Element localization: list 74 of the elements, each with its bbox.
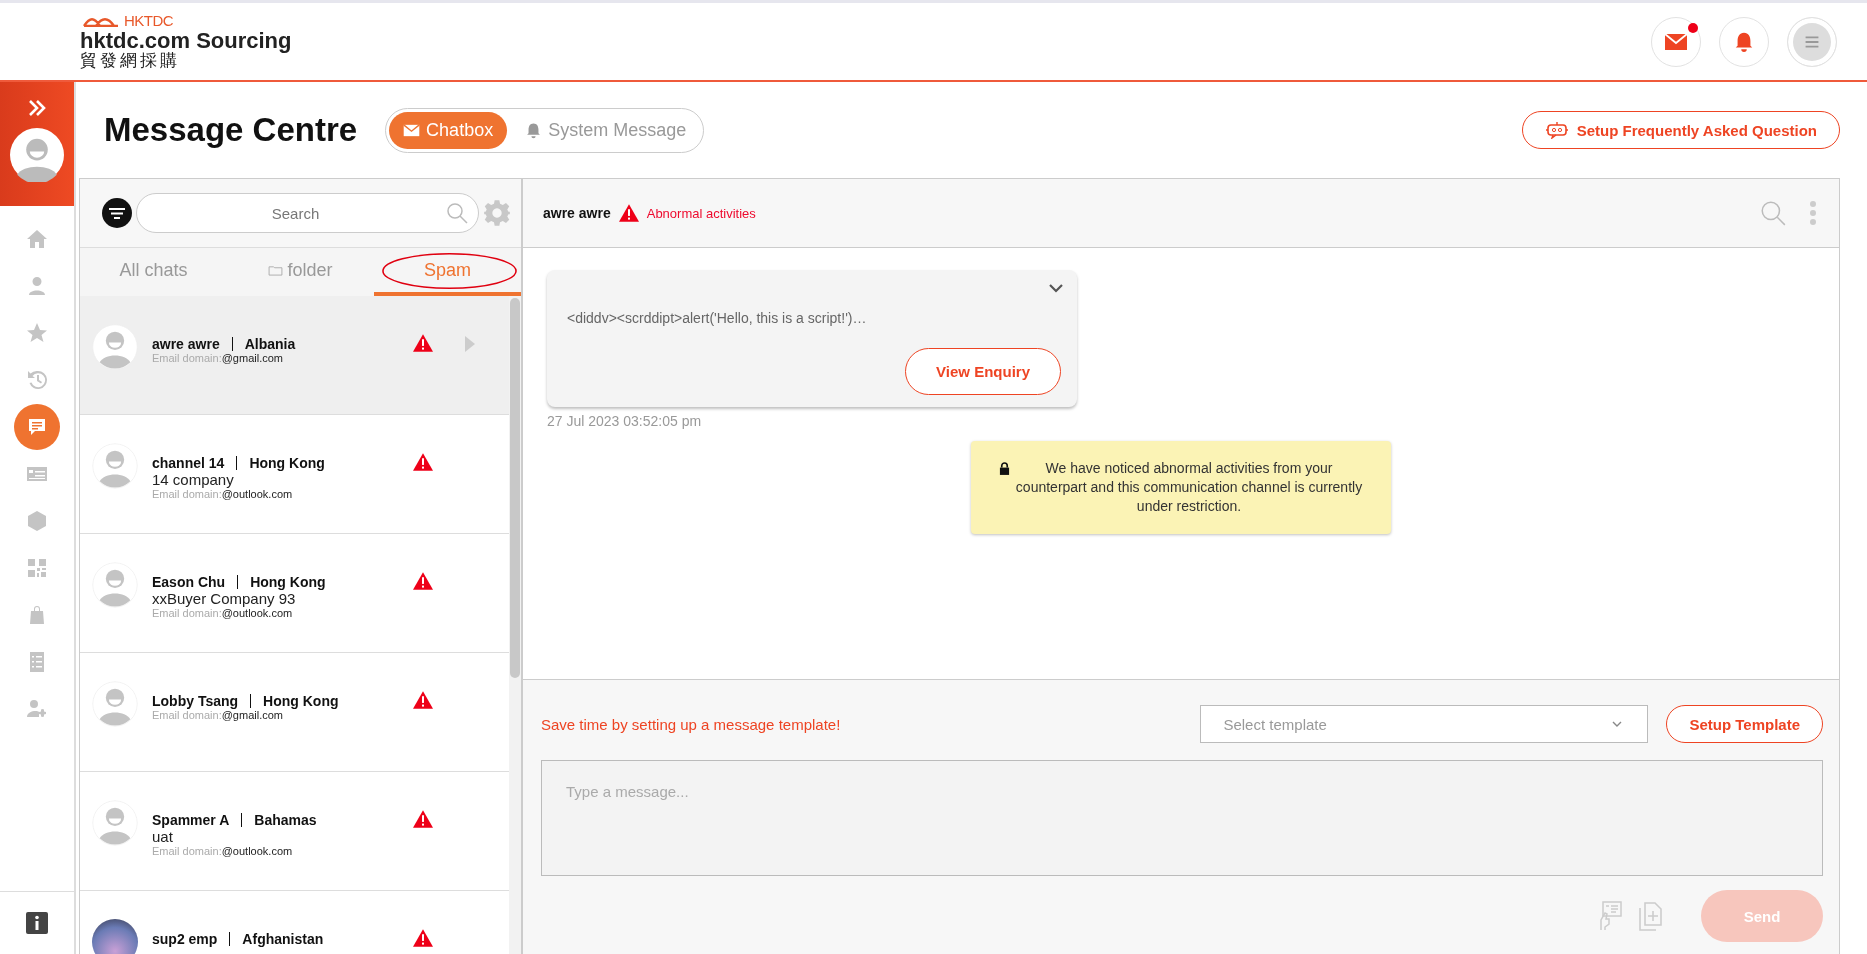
email-domain: Email domain:@outlook.com: [152, 488, 294, 500]
company-name: xxBuyer Company 93: [152, 590, 297, 607]
contact-row[interactable]: Eason Chu Hong Kong xxBuyer Company 93 Email domain:@outlook.com: [80, 534, 509, 653]
setup-template-button[interactable]: Setup Template: [1666, 705, 1823, 743]
contact-name: sup2 emp: [152, 931, 218, 947]
view-tab[interactable]: System Message: [511, 111, 701, 149]
chevron-down-icon[interactable]: [1049, 284, 1063, 293]
list-tab[interactable]: folder: [227, 248, 374, 296]
notice-text: We have noticed abnormal activities from your counterpart and this communication channel is currently under restriction.: [1015, 459, 1363, 516]
scrollbar[interactable]: [509, 296, 521, 954]
info-icon[interactable]: [26, 912, 48, 934]
contact-row[interactable]: Spammer A Bahamas uat Email domain:@outlook.com: [80, 772, 509, 891]
avatar-icon: [10, 128, 64, 182]
enquiry-text: <diddv><scrddipt>alert('Hello, this is a script!')…: [567, 310, 868, 326]
contact-row[interactable]: sup2 emp Afghanistan: [80, 891, 509, 954]
contact-row[interactable]: Lobby Tsang Hong Kong Email domain:@gmail.com: [80, 653, 509, 772]
contact-row[interactable]: channel 14 Hong Kong 14 company Email domain:@outlook.com: [80, 415, 509, 534]
add-document-icon[interactable]: [1637, 900, 1665, 932]
email-domain: Email domain:@outlook.com: [152, 845, 294, 857]
template-select[interactable]: Select template: [1200, 705, 1649, 743]
message-field[interactable]: Type a message...: [541, 760, 1823, 876]
setup-faq-button[interactable]: Setup Frequently Asked Question: [1521, 111, 1840, 149]
avatar-icon: [92, 800, 138, 846]
robot-icon: [1544, 121, 1569, 139]
settings-icon[interactable]: [483, 199, 511, 227]
chat-contact-name: awre awre: [543, 205, 611, 221]
folder-icon: [268, 264, 284, 276]
email-domain: Email domain:@gmail.com: [152, 709, 284, 721]
message-time: 27 Jul 2023 03:52:05 pm: [547, 413, 703, 429]
lock-icon: [999, 462, 1010, 475]
caret-icon: [1612, 721, 1623, 727]
search-icon[interactable]: [445, 201, 469, 225]
warning-icon: [618, 204, 639, 222]
contact-country: Albania: [244, 336, 296, 352]
bell-button[interactable]: [1719, 16, 1769, 67]
filter-icon[interactable]: [102, 198, 132, 228]
email-domain: Email domain:@outlook.com: [152, 607, 294, 619]
menu-button[interactable]: [1787, 16, 1837, 67]
avatar-icon: [92, 443, 138, 489]
bell-icon: [525, 121, 543, 139]
contact-row[interactable]: awre awre Albania Email domain:@gmail.com: [80, 296, 509, 415]
avatar-icon: [92, 681, 138, 727]
avatar-icon: [92, 324, 138, 370]
company-name: 14 company: [152, 471, 235, 488]
mail-button[interactable]: [1651, 16, 1701, 67]
contact-country: Hong Kong: [250, 574, 326, 590]
contact-name: Eason Chu: [152, 574, 226, 590]
mail-icon: [403, 123, 421, 137]
avatar-icon: [92, 562, 138, 608]
page-title: Message Centre: [104, 111, 358, 149]
contact-country: Hong Kong: [263, 693, 339, 709]
email-domain: Email domain:@gmail.com: [152, 352, 284, 364]
template-hint: Save time by setting up a message template!: [541, 715, 841, 733]
unread-dot: [1688, 22, 1698, 33]
contact-country: Bahamas: [254, 812, 317, 828]
view-tab[interactable]: Chatbox: [389, 111, 508, 149]
list-tab[interactable]: All chats: [80, 248, 227, 296]
chat-status: Abnormal activities: [646, 205, 756, 221]
contact-name: Spammer A: [152, 812, 230, 828]
contact-country: Hong Kong: [249, 455, 325, 471]
brand-chinese-name: 貿發網採購: [80, 52, 181, 70]
company-name: uat: [152, 828, 174, 845]
contact-name: Lobby Tsang: [152, 693, 239, 709]
view-enquiry-button[interactable]: View Enquiry: [905, 348, 1061, 395]
chat-nav-icon[interactable]: [14, 404, 60, 450]
search-icon[interactable]: [1759, 199, 1787, 227]
contact-name: awre awre: [152, 336, 220, 352]
brand-mark: HKTDC: [124, 13, 174, 29]
caret-icon: [465, 336, 475, 352]
contact-country: Afghanistan: [242, 931, 324, 947]
contact-name: channel 14: [152, 455, 225, 471]
search-field[interactable]: Search: [136, 193, 479, 233]
brand-name: hktdc.com Sourcing: [80, 28, 292, 52]
more-options-icon[interactable]: [1809, 200, 1817, 226]
